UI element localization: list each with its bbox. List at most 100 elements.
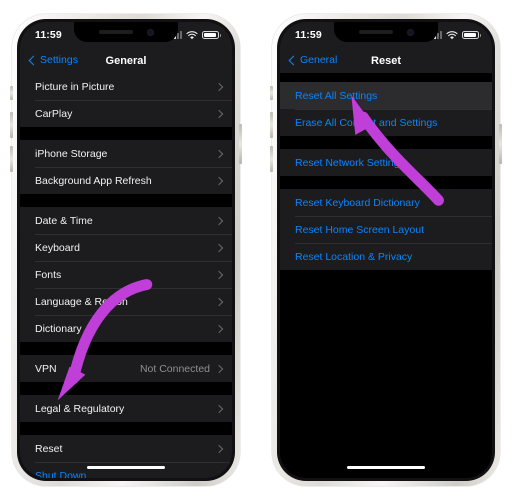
chevron-right-icon	[214, 176, 224, 185]
power-button[interactable]	[499, 124, 502, 164]
settings-group: Picture in Picture CarPlay	[20, 73, 232, 127]
row-label: Reset Home Screen Layout	[295, 223, 424, 236]
list-item-picture-in-picture[interactable]: Picture in Picture	[20, 73, 232, 100]
list-item-background-app-refresh[interactable]: Background App Refresh	[20, 167, 232, 194]
list-item-erase-all-content-and-settings[interactable]: Erase All Content and Settings	[280, 109, 492, 136]
group-divider	[280, 136, 492, 149]
mute-switch[interactable]	[10, 86, 13, 100]
status-clock: 11:59	[295, 28, 322, 41]
screen-general: 11:59 Settings General Picture in Pictur…	[20, 22, 232, 478]
row-label: iPhone Storage	[35, 147, 108, 160]
row-label: Reset	[35, 442, 63, 455]
battery-icon	[202, 30, 221, 40]
iphone-device-reset: 11:59 General Reset Reset All Settings E…	[270, 14, 502, 486]
device-bezel: 11:59 Settings General Picture in Pictur…	[17, 19, 235, 481]
list-item-vpn[interactable]: VPN Not Connected	[20, 355, 232, 382]
row-label: Language & Region	[35, 295, 128, 308]
group-divider	[20, 382, 232, 395]
navigation-bar-general: Settings General	[20, 48, 232, 73]
back-button-label: General	[300, 54, 338, 67]
chevron-right-icon	[214, 404, 224, 413]
row-label: Background App Refresh	[35, 174, 152, 187]
list-item-reset-keyboard-dictionary[interactable]: Reset Keyboard Dictionary	[280, 189, 492, 216]
home-indicator[interactable]	[87, 465, 165, 469]
list-item-dictionary[interactable]: Dictionary	[20, 315, 232, 342]
list-item-reset-network-settings[interactable]: Reset Network Settings	[280, 149, 492, 176]
list-item-legal-and-regulatory[interactable]: Legal & Regulatory	[20, 395, 232, 422]
row-label: Shut Down	[35, 469, 87, 479]
settings-list-reset: Reset All Settings Erase All Content and…	[280, 73, 492, 270]
volume-up-button[interactable]	[10, 112, 13, 138]
wifi-icon	[446, 30, 458, 39]
wifi-icon	[186, 30, 198, 39]
back-button-general[interactable]: General	[288, 54, 338, 67]
list-item-reset-home-screen-layout[interactable]: Reset Home Screen Layout	[280, 216, 492, 243]
list-item-reset-location-and-privacy[interactable]: Reset Location & Privacy	[280, 243, 492, 270]
vpn-status-value: Not Connected	[139, 362, 210, 375]
back-button-label: Settings	[40, 54, 78, 67]
settings-group: VPN Not Connected	[20, 355, 232, 382]
iphone-device-general: 11:59 Settings General Picture in Pictur…	[10, 14, 242, 486]
chevron-right-icon	[214, 444, 224, 453]
settings-group: Reset Keyboard Dictionary Reset Home Scr…	[280, 189, 492, 270]
list-item-iphone-storage[interactable]: iPhone Storage	[20, 140, 232, 167]
list-item-reset[interactable]: Reset	[20, 435, 232, 462]
group-divider	[20, 127, 232, 140]
list-item-fonts[interactable]: Fonts	[20, 261, 232, 288]
home-indicator[interactable]	[347, 465, 425, 469]
battery-icon	[462, 30, 481, 40]
chevron-right-icon	[214, 324, 224, 333]
volume-down-button[interactable]	[270, 146, 273, 172]
row-label: Dictionary	[35, 322, 82, 335]
group-divider	[20, 194, 232, 207]
back-button-settings[interactable]: Settings	[28, 54, 78, 67]
earpiece-speaker-icon	[358, 30, 393, 34]
group-divider	[20, 342, 232, 355]
chevron-right-icon	[214, 82, 224, 91]
mute-switch[interactable]	[270, 86, 273, 100]
row-label: Erase All Content and Settings	[295, 116, 438, 129]
chevron-right-icon	[214, 297, 224, 306]
chevron-right-icon	[214, 243, 224, 252]
chevron-right-icon	[214, 109, 224, 118]
settings-group: Date & Time Keyboard Fonts Language & Re…	[20, 207, 232, 342]
status-clock: 11:59	[35, 28, 62, 41]
list-item-language-and-region[interactable]: Language & Region	[20, 288, 232, 315]
settings-group: Legal & Regulatory	[20, 395, 232, 422]
notch	[74, 22, 178, 42]
list-item-carplay[interactable]: CarPlay	[20, 100, 232, 127]
row-label: Picture in Picture	[35, 80, 115, 93]
screen-reset: 11:59 General Reset Reset All Settings E…	[280, 22, 492, 478]
chevron-left-icon	[288, 55, 299, 66]
list-item-reset-all-settings[interactable]: Reset All Settings	[280, 82, 492, 109]
row-label: VPN	[35, 362, 57, 375]
row-label: CarPlay	[35, 107, 73, 120]
settings-list-general: Picture in Picture CarPlay iPhone Storag…	[20, 73, 232, 478]
front-camera-icon	[406, 28, 414, 36]
list-item-keyboard[interactable]: Keyboard	[20, 234, 232, 261]
status-indicators	[431, 30, 481, 40]
settings-group: Reset Shut Down	[20, 435, 232, 478]
notch	[334, 22, 438, 42]
row-label: Legal & Regulatory	[35, 402, 125, 415]
chevron-right-icon	[214, 216, 224, 225]
group-divider	[280, 73, 492, 82]
settings-group: Reset All Settings Erase All Content and…	[280, 82, 492, 136]
row-label: Date & Time	[35, 214, 93, 227]
row-label: Reset Location & Privacy	[295, 250, 413, 263]
list-item-date-and-time[interactable]: Date & Time	[20, 207, 232, 234]
power-button[interactable]	[239, 124, 242, 164]
status-indicators	[171, 30, 221, 40]
chevron-right-icon	[214, 149, 224, 158]
row-label: Reset Keyboard Dictionary	[295, 196, 420, 209]
device-bezel: 11:59 General Reset Reset All Settings E…	[277, 19, 495, 481]
row-label: Keyboard	[35, 241, 80, 254]
list-item-shut-down[interactable]: Shut Down	[20, 462, 232, 478]
row-label: Reset All Settings	[295, 89, 378, 102]
earpiece-speaker-icon	[98, 30, 133, 34]
group-divider	[20, 422, 232, 435]
navigation-bar-reset: General Reset	[280, 48, 492, 73]
volume-down-button[interactable]	[10, 146, 13, 172]
volume-up-button[interactable]	[270, 112, 273, 138]
group-divider	[280, 176, 492, 189]
